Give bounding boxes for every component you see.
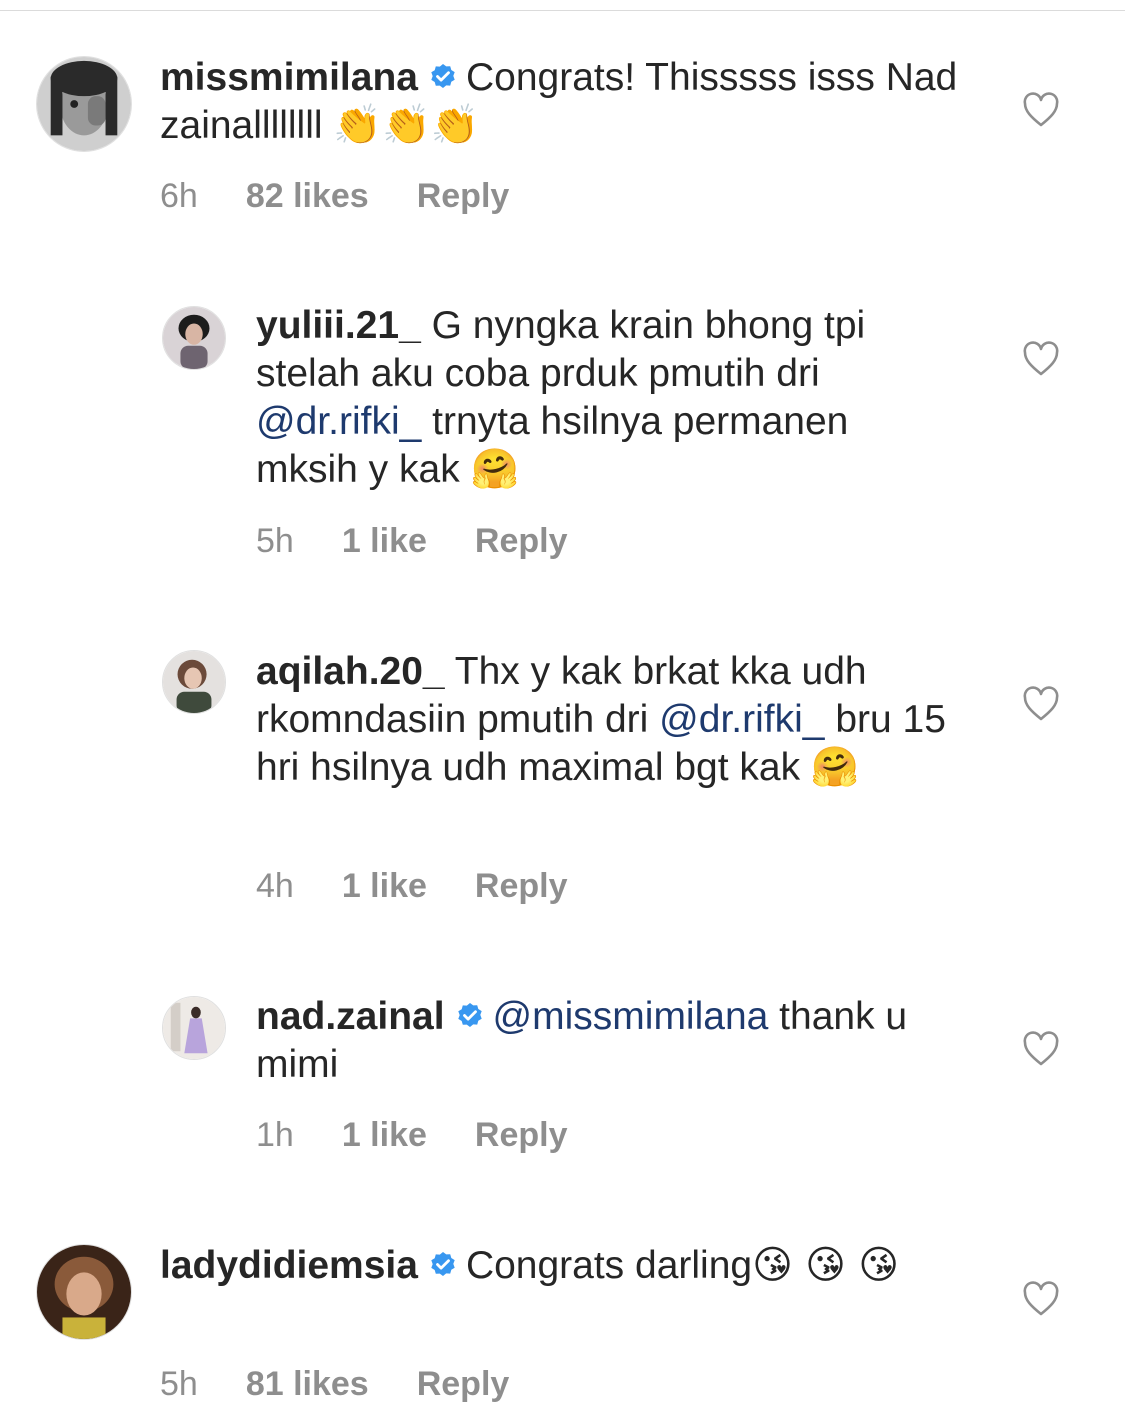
avatar[interactable] (36, 56, 132, 152)
username[interactable]: aqilah.20_ (256, 650, 445, 693)
verified-badge-icon (428, 63, 458, 93)
username[interactable]: yuliii.21_ (256, 304, 421, 347)
reply-button[interactable]: Reply (417, 177, 510, 215)
reply-button[interactable]: Reply (475, 867, 568, 905)
reply-button[interactable]: Reply (475, 522, 568, 560)
comment-meta: 6h 82 likes Reply (160, 176, 557, 216)
likes-count[interactable]: 1 like (342, 1116, 427, 1154)
mention-link[interactable]: @dr.rifki_ (659, 698, 824, 741)
avatar[interactable] (36, 1244, 132, 1340)
avatar[interactable] (162, 650, 226, 714)
likes-count[interactable]: 1 like (342, 867, 427, 905)
reply-button[interactable]: Reply (475, 1116, 568, 1154)
mention-link[interactable]: @missmimilana (493, 995, 769, 1038)
like-heart-icon[interactable] (1022, 341, 1060, 377)
kissing-face-emoji: 😘 😘 😘 (752, 1243, 899, 1288)
top-divider (0, 10, 1125, 11)
like-heart-icon[interactable] (1022, 1031, 1060, 1067)
comment-meta: 1h 1 like Reply (256, 1115, 616, 1155)
avatar[interactable] (162, 306, 226, 370)
timestamp: 6h (160, 177, 198, 215)
hugging-face-emoji: 🤗 (810, 745, 860, 790)
username[interactable]: nad.zainal (256, 995, 445, 1038)
reply-button[interactable]: Reply (417, 1365, 510, 1403)
like-heart-icon[interactable] (1022, 92, 1060, 128)
likes-count[interactable]: 82 likes (246, 177, 369, 215)
mention-link[interactable]: @dr.rifki_ (256, 400, 421, 443)
comment-body: Congrats darling (465, 1244, 753, 1287)
comment-text: ladydidiemsia Congrats darling😘 😘 😘 (160, 1242, 960, 1290)
timestamp: 5h (160, 1365, 198, 1403)
like-heart-icon[interactable] (1022, 686, 1060, 722)
comment-text: aqilah.20_ Thx y kak brkat kka udh rkomn… (256, 648, 956, 792)
like-heart-icon[interactable] (1022, 1281, 1060, 1317)
comment-text: nad.zainal @missmimilana thank u mimi (256, 993, 956, 1089)
clapping-hands-emoji: 👏👏👏 (333, 103, 480, 148)
likes-count[interactable]: 1 like (342, 522, 427, 560)
timestamp: 1h (256, 1116, 294, 1154)
hugging-face-emoji: 🤗 (470, 447, 520, 492)
timestamp: 5h (256, 522, 294, 560)
avatar[interactable] (162, 996, 226, 1060)
likes-count[interactable]: 81 likes (246, 1365, 369, 1403)
comment-meta: 4h 1 like Reply (256, 866, 616, 906)
verified-badge-icon (455, 1002, 485, 1032)
verified-badge-icon (428, 1251, 458, 1281)
username[interactable]: missmimilana (160, 56, 418, 99)
comment-text: missmimilana Congrats! Thisssss isss Nad … (160, 54, 960, 150)
comment-text: yuliii.21_ G nyngka krain bhong tpi stel… (256, 302, 956, 494)
username[interactable]: ladydidiemsia (160, 1244, 418, 1287)
timestamp: 4h (256, 867, 294, 905)
comment-meta: 5h 81 likes Reply (160, 1364, 557, 1404)
comment-meta: 5h 1 like Reply (256, 521, 616, 561)
